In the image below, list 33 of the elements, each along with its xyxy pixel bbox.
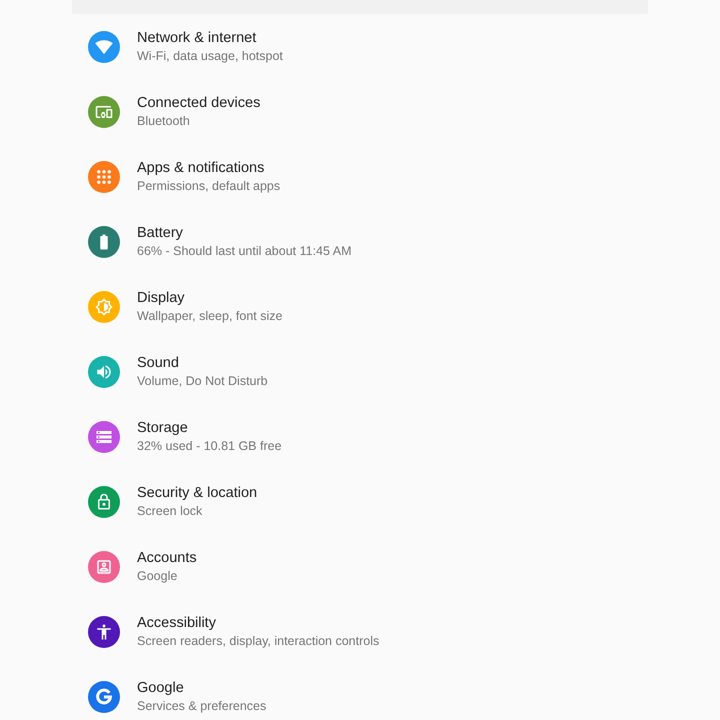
setting-summary: 32% used - 10.81 GB free	[137, 438, 282, 454]
setting-summary: Wi-Fi, data usage, hotspot	[137, 48, 283, 64]
setting-summary: Google	[137, 568, 178, 584]
settings-item[interactable]: Display Wallpaper, sleep, font size	[72, 274, 648, 339]
setting-summary: Volume, Do Not Disturb	[137, 372, 268, 390]
setting-summary: Screen lock	[137, 502, 204, 520]
setting-summary: 66% - Should last until about 11:45 AM	[137, 242, 352, 260]
setting-summary: Bluetooth	[137, 112, 191, 130]
settings-item[interactable]: Security & location Screen lock	[72, 469, 648, 534]
setting-title: Accounts	[137, 548, 197, 568]
settings-item[interactable]: Accounts Google	[72, 534, 648, 599]
setting-title: Accessibility	[137, 614, 217, 632]
setting-title: Apps & notifications	[137, 158, 266, 178]
setting-title: Security & location	[137, 484, 258, 502]
setting-summary: Wallpaper, sleep, font size	[137, 308, 282, 324]
settings-item[interactable]: Accessibility Screen readers, display, interaction controls	[72, 599, 648, 664]
setting-title: Sound	[137, 354, 180, 372]
settings-item[interactable]: Sound Volume, Do Not Disturb	[72, 339, 648, 404]
setting-summary: Permissions, default apps	[137, 178, 280, 194]
setting-title: Network & internet	[137, 28, 258, 48]
settings-item[interactable]: Battery 66% - Should last until about 11:45 AM	[72, 209, 648, 274]
setting-title: Storage	[137, 418, 189, 438]
settings-item[interactable]: Connected devices Bluetooth	[72, 79, 648, 144]
setting-title: Connected devices	[137, 94, 260, 112]
setting-title: Display	[137, 288, 186, 308]
setting-title: Google	[137, 678, 185, 698]
setting-title: Battery	[137, 224, 184, 242]
settings-item[interactable]: Apps & notifications Permissions, default apps	[72, 144, 648, 209]
settings-item[interactable]: Google Services & preferences	[72, 664, 648, 720]
settings-item[interactable]: Storage 32% used - 10.81 GB free	[72, 404, 648, 469]
setting-summary: Screen readers, display, interaction controls	[137, 632, 380, 650]
setting-summary: Services & preferences	[137, 698, 266, 714]
settings-item[interactable]: Network & internet Wi-Fi, data usage, hotspot	[72, 14, 648, 79]
